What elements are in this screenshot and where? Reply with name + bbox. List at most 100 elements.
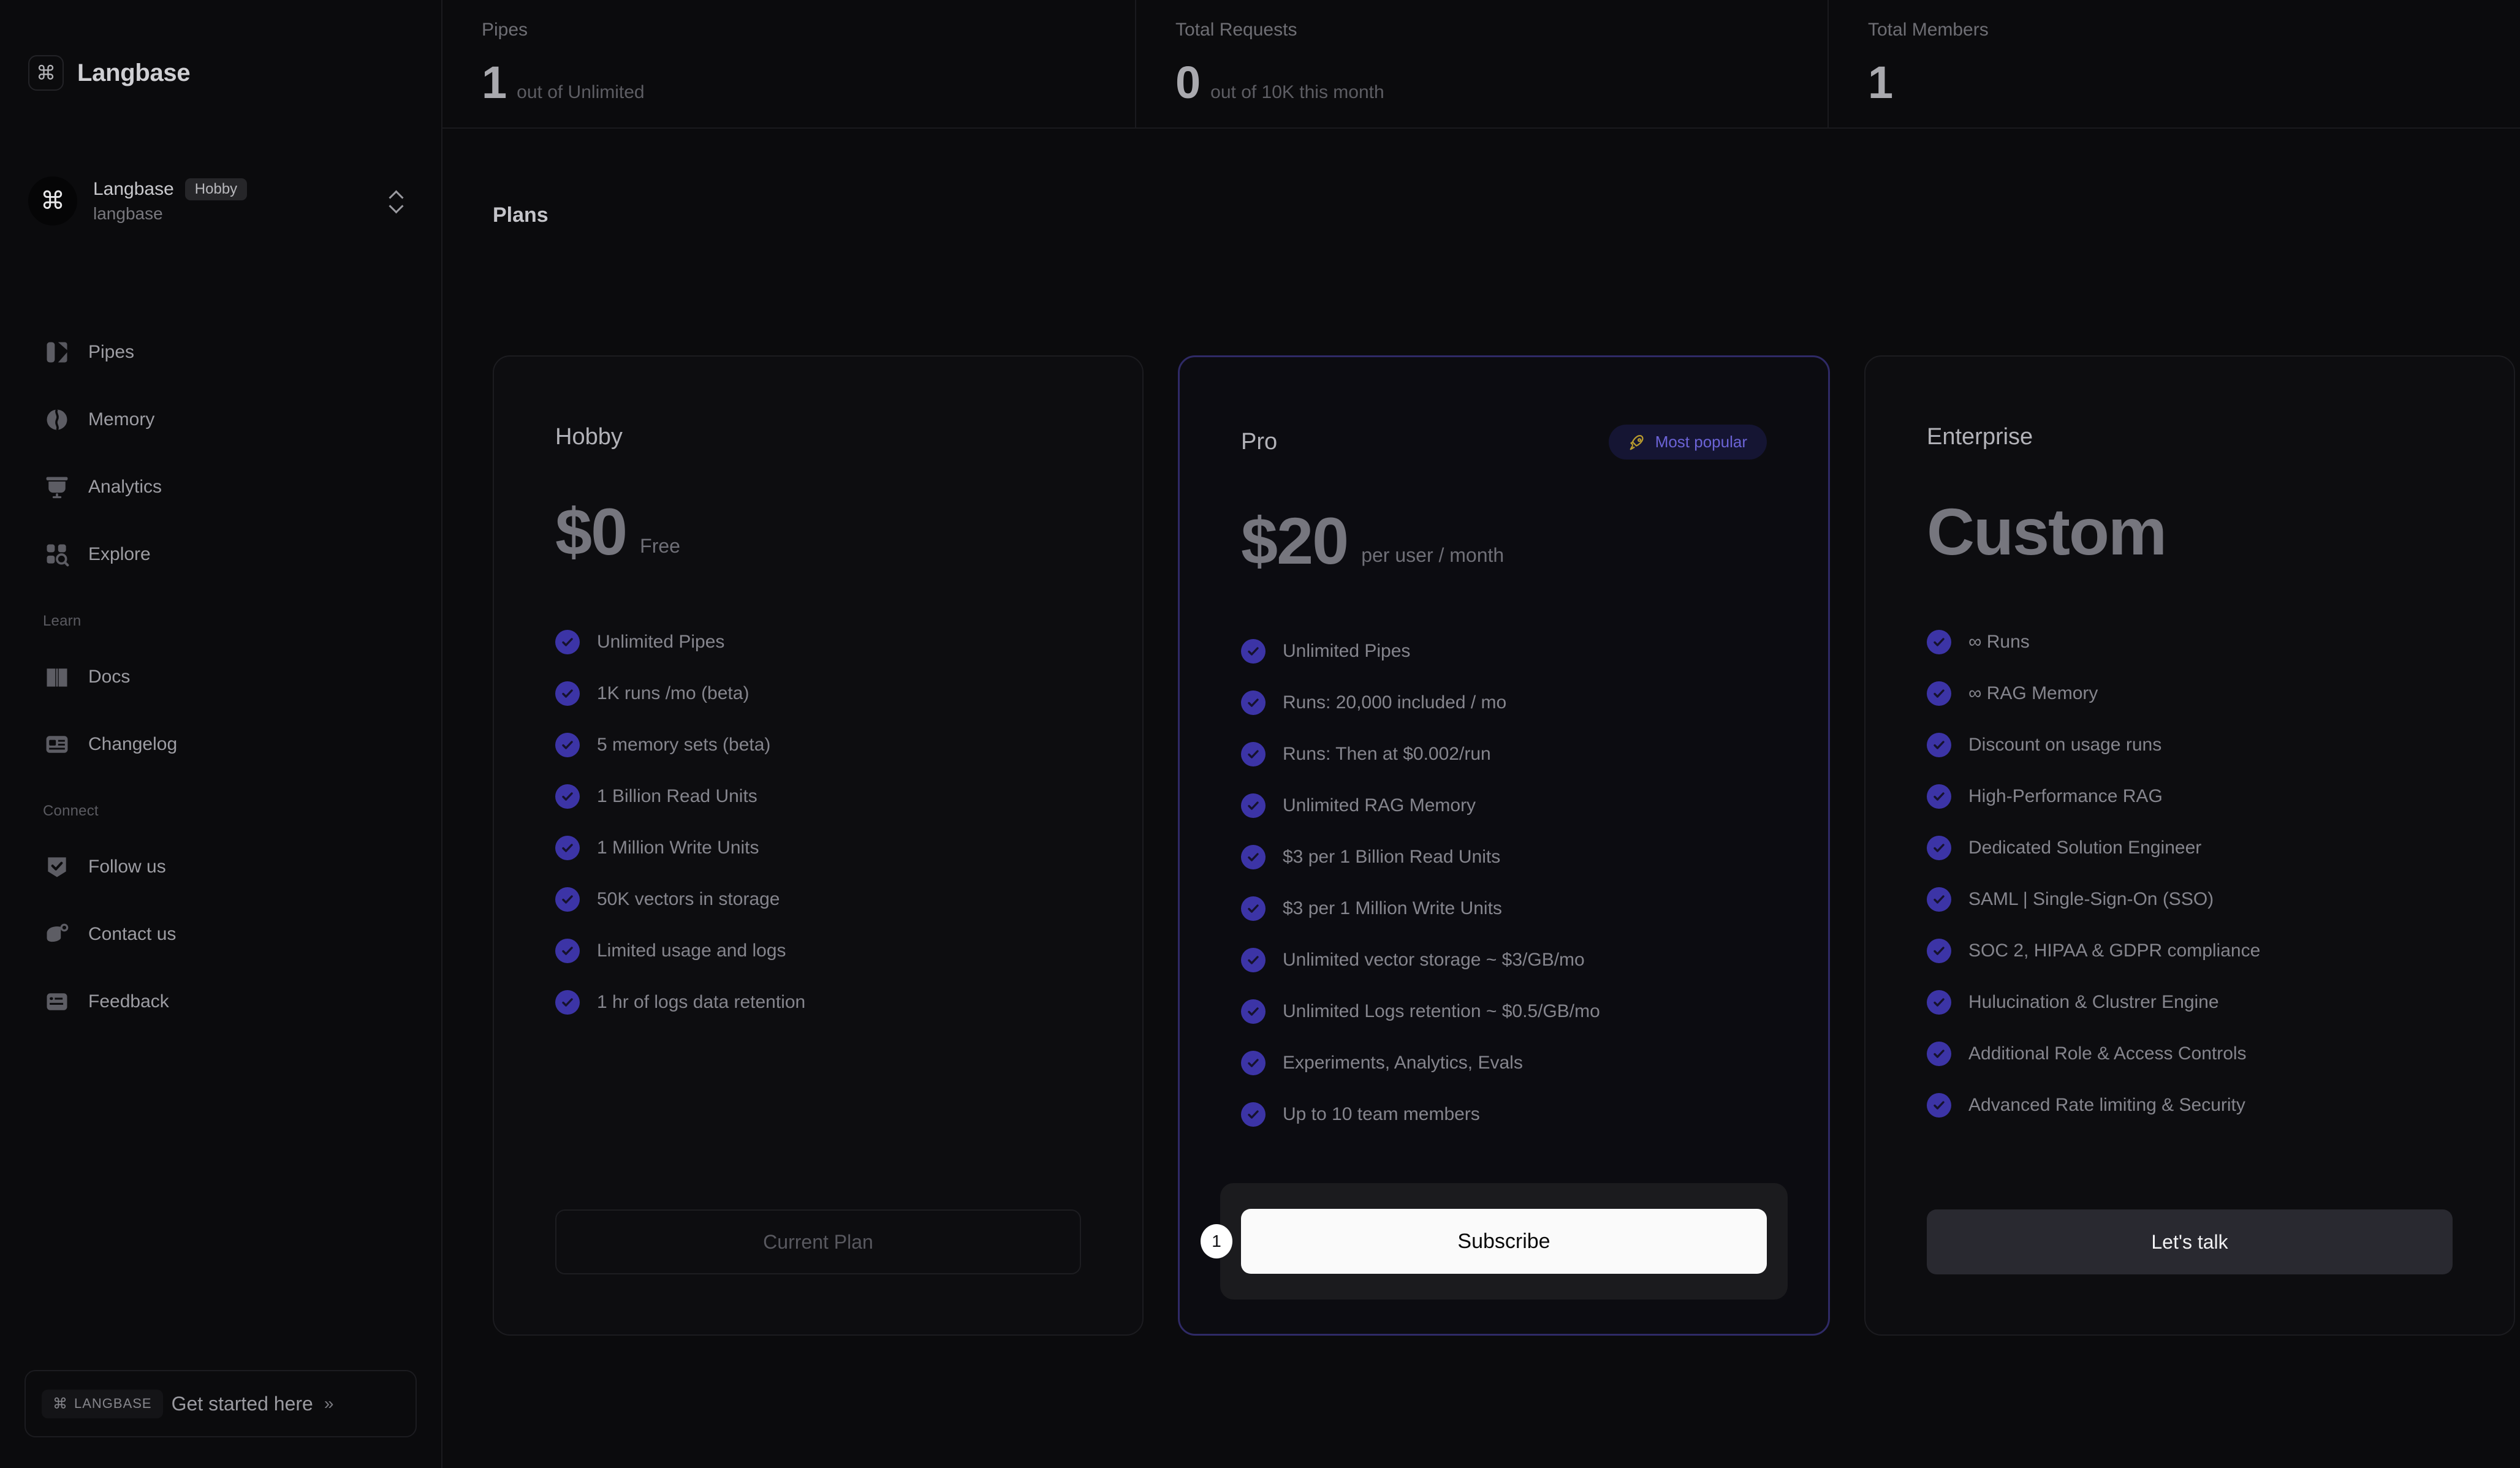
check-icon: [1241, 741, 1266, 766]
list-item: Runs: 20,000 included / mo: [1241, 690, 1767, 715]
nav-group-primary: Pipes Memory Analytics Explore: [28, 319, 408, 588]
pipes-icon: [43, 338, 71, 366]
feature-label: Runs: 20,000 included / mo: [1283, 692, 1507, 713]
plan-name: Enterprise: [1927, 424, 2033, 450]
status-badge: Hobby: [184, 178, 248, 201]
check-icon: [1927, 681, 1951, 706]
double-chevron-right-icon: »: [324, 1394, 334, 1413]
stat-card-total-requests: Total Requests 0 out of 10K this month: [1135, 0, 1827, 127]
list-item: SOC 2, HIPAA & GDPR compliance: [1927, 938, 2453, 963]
check-icon: [1927, 784, 1951, 809]
plan-price-note: per user / month: [1361, 543, 1505, 566]
check-icon: [1927, 835, 1951, 860]
memory-icon: [43, 406, 71, 434]
feature-label: 1 Billion Read Units: [597, 785, 757, 806]
sidebar-item-follow-us[interactable]: Follow us: [28, 833, 408, 901]
sidebar-item-label: Pipes: [88, 342, 135, 362]
list-item: Additional Role & Access Controls: [1927, 1041, 2453, 1066]
stat-value: 1: [482, 57, 507, 108]
plan-cards: Hobby $0 Free Unlimited Pipes 1K runs /m…: [493, 355, 2515, 1336]
rocket-icon: [1630, 434, 1644, 450]
sidebar-item-contact-us[interactable]: Contact us: [28, 901, 408, 968]
feature-label: ∞ RAG Memory: [1968, 683, 2098, 703]
feature-label: Hulucination & Clustrer Engine: [1968, 991, 2219, 1012]
feature-label: Discount on usage runs: [1968, 734, 2162, 755]
check-icon: [1241, 896, 1266, 921]
nav-section-learn-title: Learn: [43, 613, 82, 629]
nav-group-connect: Follow us Contact us Feedback: [28, 833, 408, 1035]
feature-label: 1 hr of logs data retention: [597, 991, 806, 1012]
list-item: $3 per 1 Billion Read Units: [1241, 844, 1767, 869]
list-item: Runs: Then at $0.002/run: [1241, 741, 1767, 766]
check-icon: [1927, 1092, 1951, 1118]
feature-label: Up to 10 team members: [1283, 1103, 1480, 1124]
avatar: ⌘: [28, 176, 77, 225]
sidebar-item-memory[interactable]: Memory: [28, 386, 408, 453]
plan-header: Pro Most popular: [1241, 425, 1767, 460]
chevron-up-down-icon[interactable]: [384, 191, 408, 211]
feature-label: Unlimited vector storage ~ $3/GB/mo: [1283, 949, 1585, 970]
check-icon: [555, 732, 580, 757]
sidebar-item-analytics[interactable]: Analytics: [28, 453, 408, 521]
chevron-down-icon: [389, 203, 403, 211]
stat-value-row: 1: [1868, 60, 2481, 105]
check-icon: [1241, 947, 1266, 972]
plan-price: $20: [1241, 504, 1349, 578]
plan-card-enterprise: Enterprise Custom ∞ Runs ∞ RAG Memory Di…: [1864, 355, 2515, 1336]
stat-value-row: 0 out of 10K this month: [1175, 60, 1788, 105]
list-item: SAML | Single-Sign-On (SSO): [1927, 887, 2453, 912]
list-item: Unlimited RAG Memory: [1241, 793, 1767, 818]
check-icon: [1241, 844, 1266, 869]
page-title: Plans: [493, 203, 548, 227]
feedback-icon: [43, 988, 71, 1016]
brand-name: Langbase: [77, 59, 191, 86]
org-name: Langbase: [93, 178, 174, 199]
sidebar-item-changelog[interactable]: Changelog: [28, 711, 408, 778]
sidebar-item-feedback[interactable]: Feedback: [28, 968, 408, 1035]
subscribe-button[interactable]: Subscribe: [1241, 1209, 1767, 1274]
sidebar: ⌘ Langbase ⌘ Langbase Hobby langbase Pip…: [0, 0, 442, 1468]
list-item: Experiments, Analytics, Evals: [1241, 1050, 1767, 1075]
sidebar-item-pipes[interactable]: Pipes: [28, 319, 408, 386]
feature-label: $3 per 1 Billion Read Units: [1283, 846, 1501, 867]
list-item: $3 per 1 Million Write Units: [1241, 896, 1767, 921]
plan-name: Pro: [1241, 429, 1278, 455]
explore-icon: [43, 540, 71, 569]
plan-footer: Current Plan: [555, 1209, 1081, 1274]
sidebar-item-label: Docs: [88, 667, 131, 687]
brand-logo[interactable]: ⌘ Langbase: [28, 55, 191, 91]
stat-value: 1: [1868, 57, 1894, 108]
sidebar-item-label: Follow us: [88, 857, 166, 877]
feature-label: 5 memory sets (beta): [597, 734, 771, 755]
plan-header: Hobby: [555, 424, 1081, 450]
feature-label: SAML | Single-Sign-On (SSO): [1968, 888, 2214, 909]
plan-price: $0: [555, 494, 628, 569]
org-name-row: Langbase Hobby: [93, 178, 368, 201]
plan-card-hobby: Hobby $0 Free Unlimited Pipes 1K runs /m…: [493, 355, 1144, 1336]
sidebar-item-explore[interactable]: Explore: [28, 521, 408, 588]
check-icon: [555, 784, 580, 809]
feature-label: High-Performance RAG: [1968, 785, 2163, 806]
list-item: 5 memory sets (beta): [555, 732, 1081, 757]
plan-price: Custom: [1927, 494, 2167, 569]
plan-feature-list: Unlimited Pipes 1K runs /mo (beta) 5 mem…: [555, 629, 1081, 1015]
current-plan-button[interactable]: Current Plan: [555, 1209, 1081, 1274]
plan-feature-list: Unlimited Pipes Runs: 20,000 included / …: [1241, 638, 1767, 1127]
stat-value-row: 1 out of Unlimited: [482, 60, 1096, 105]
lets-talk-button[interactable]: Let's talk: [1927, 1209, 2453, 1274]
contact-icon: [43, 920, 71, 948]
stat-sublabel: out of Unlimited: [517, 82, 645, 102]
sidebar-item-docs[interactable]: Docs: [28, 643, 408, 711]
list-item: Hulucination & Clustrer Engine: [1927, 989, 2453, 1015]
feature-label: Unlimited Logs retention ~ $0.5/GB/mo: [1283, 1001, 1600, 1021]
chevron-up-icon: [389, 191, 403, 199]
most-popular-badge: Most popular: [1608, 425, 1767, 460]
get-started-label: Get started here: [171, 1392, 313, 1415]
plan-price-row: $20 per user / month: [1241, 504, 1767, 578]
check-icon: [555, 938, 580, 963]
get-started-banner[interactable]: ⌘ LANGBASE Get started here »: [25, 1370, 417, 1437]
list-item: 1 Billion Read Units: [555, 784, 1081, 809]
feature-label: Experiments, Analytics, Evals: [1283, 1052, 1523, 1073]
org-switcher[interactable]: ⌘ Langbase Hobby langbase: [28, 164, 408, 238]
stat-label: Total Members: [1868, 20, 1989, 40]
